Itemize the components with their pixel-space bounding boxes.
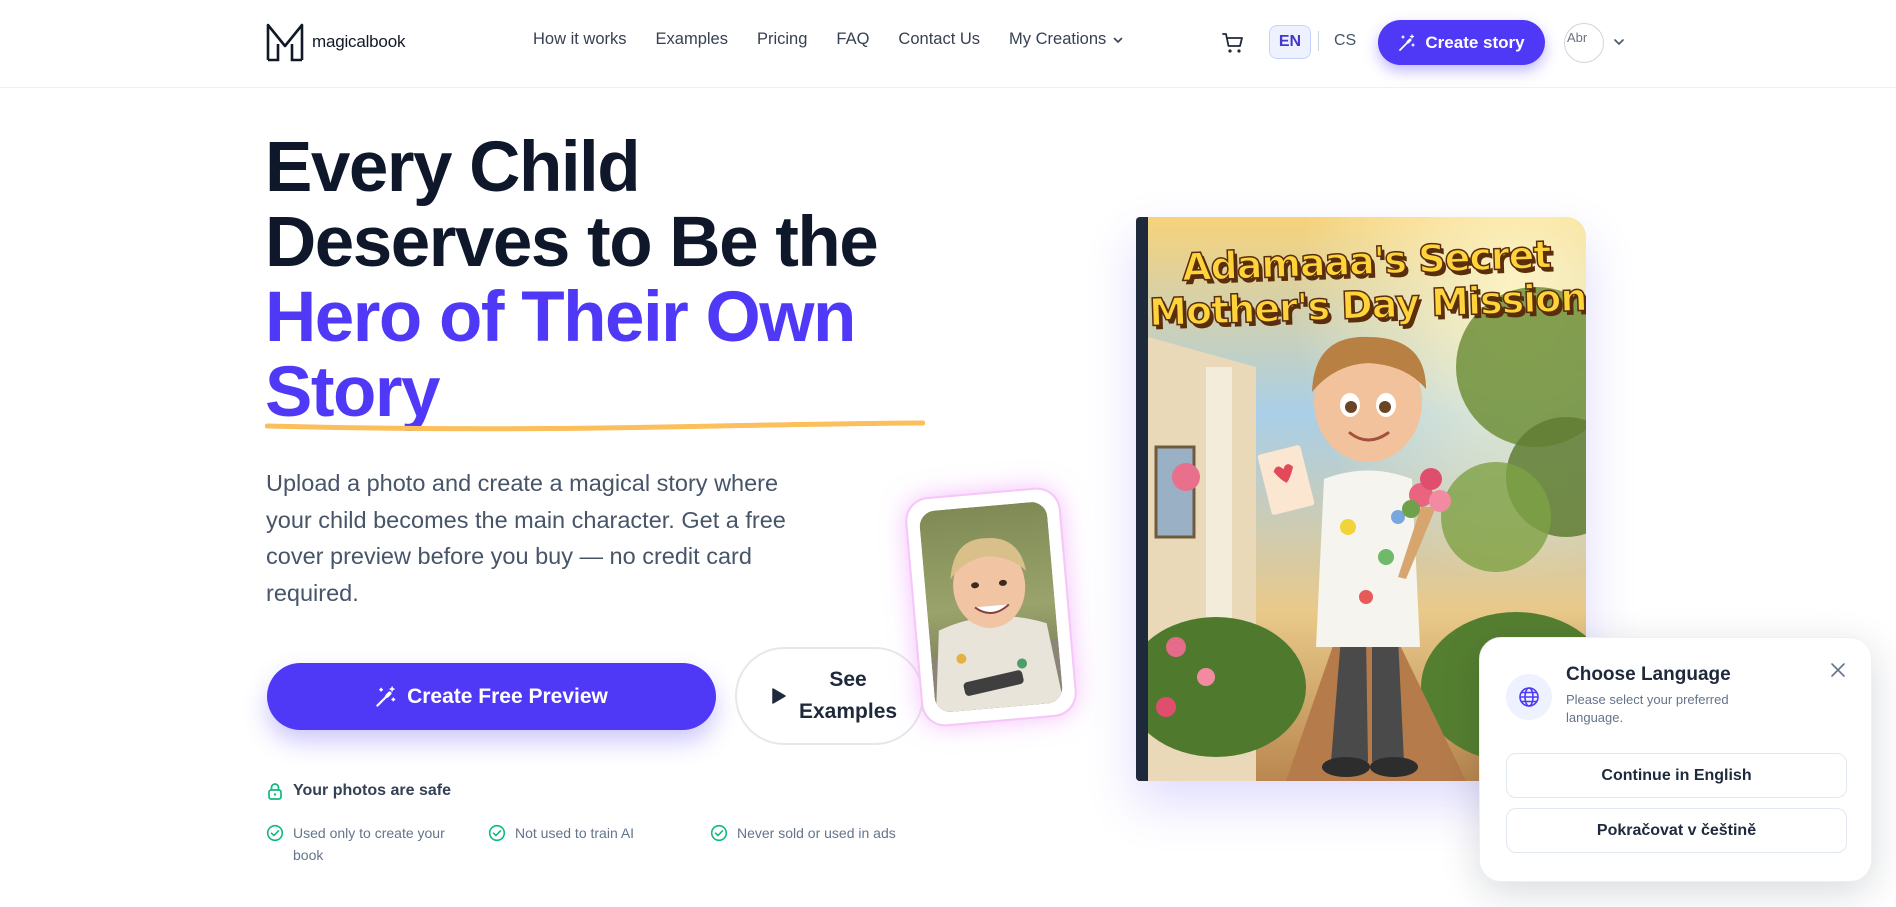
- choose-language-dialog: Choose Language Please select your prefe…: [1479, 637, 1872, 882]
- create-free-preview-button[interactable]: Create Free Preview: [267, 663, 716, 730]
- nav-examples[interactable]: Examples: [656, 30, 728, 49]
- continue-czech-button[interactable]: Pokračovat v češtině: [1506, 808, 1847, 853]
- cart-icon[interactable]: [1221, 31, 1245, 55]
- nav-my-creations[interactable]: My Creations: [1009, 30, 1124, 49]
- avatar[interactable]: Abr: [1564, 23, 1604, 63]
- dialog-title: Choose Language: [1566, 664, 1731, 685]
- photos-safe-title-text: Your photos are safe: [293, 782, 451, 799]
- play-icon: [772, 688, 786, 704]
- globe-icon-badge: [1506, 674, 1552, 720]
- hero-headline: Every Child Deserves to Be the Hero of T…: [265, 130, 965, 430]
- lock-icon: [268, 783, 282, 800]
- magic-wand-icon: [1399, 33, 1416, 51]
- child-photo-card: [905, 487, 1077, 727]
- language-cs-button[interactable]: CS: [1334, 32, 1356, 50]
- nav-contact-us[interactable]: Contact Us: [898, 30, 980, 49]
- create-free-preview-label: Create Free Preview: [407, 684, 608, 708]
- chevron-down-icon: [1113, 37, 1123, 43]
- book-spine: [1136, 217, 1148, 781]
- child-photo: [918, 500, 1064, 714]
- page: magicalbook How it works Examples Pricin…: [0, 0, 1896, 907]
- safe-item-not-trained: Not used to train AI: [488, 822, 634, 844]
- logo-mark-icon: [266, 23, 304, 62]
- close-icon[interactable]: [1829, 661, 1847, 679]
- check-circle-icon: [266, 824, 284, 842]
- language-en-button[interactable]: EN: [1269, 25, 1311, 59]
- globe-icon: [1519, 687, 1539, 707]
- headline-accent-1: Hero of Their Own: [265, 278, 856, 357]
- safe-item-used-only: Used only to create your book: [266, 822, 445, 866]
- logo-text: magicalbook: [312, 32, 406, 51]
- site-header: magicalbook How it works Examples Pricin…: [0, 0, 1896, 88]
- safe-item-text: Used only to create your book: [293, 825, 445, 863]
- nav-how-it-works[interactable]: How it works: [533, 30, 627, 49]
- check-circle-icon: [710, 824, 728, 842]
- check-circle-icon: [488, 824, 506, 842]
- nav-my-creations-label: My Creations: [1009, 30, 1107, 48]
- create-story-button[interactable]: Create story: [1378, 20, 1545, 65]
- magic-wand-icon: [376, 685, 396, 707]
- create-story-label: Create story: [1425, 32, 1525, 52]
- headline-line-1: Every Child: [265, 128, 641, 207]
- nav-pricing[interactable]: Pricing: [757, 30, 807, 49]
- book-title: Adamaaa's Secret Mother's Day Mission: [1147, 231, 1586, 336]
- headline-line-2: Deserves to Be the: [265, 203, 879, 282]
- main-nav: How it works Examples Pricing FAQ Contac…: [533, 30, 1124, 49]
- see-examples-line-1: See: [829, 668, 867, 691]
- see-examples-button[interactable]: See Examples: [735, 647, 924, 745]
- chevron-down-icon[interactable]: [1612, 35, 1626, 49]
- hero-subtext: Upload a photo and create a magical stor…: [266, 470, 786, 606]
- dialog-subtitle: Please select your preferred language.: [1566, 692, 1729, 725]
- continue-english-button[interactable]: Continue in English: [1506, 753, 1847, 798]
- safe-item-text: Not used to train AI: [515, 825, 635, 841]
- language-divider: [1318, 31, 1319, 51]
- see-examples-line-2: Examples: [799, 700, 898, 723]
- safe-item-text: Never sold or used in ads: [737, 825, 896, 841]
- headline-underline: [265, 420, 925, 432]
- nav-faq[interactable]: FAQ: [836, 30, 869, 49]
- logo[interactable]: magicalbook: [266, 22, 405, 62]
- see-examples-label: See Examples: [799, 664, 897, 728]
- photos-safe-title: Your photos are safe: [266, 782, 451, 800]
- safe-item-never-sold: Never sold or used in ads: [710, 822, 896, 844]
